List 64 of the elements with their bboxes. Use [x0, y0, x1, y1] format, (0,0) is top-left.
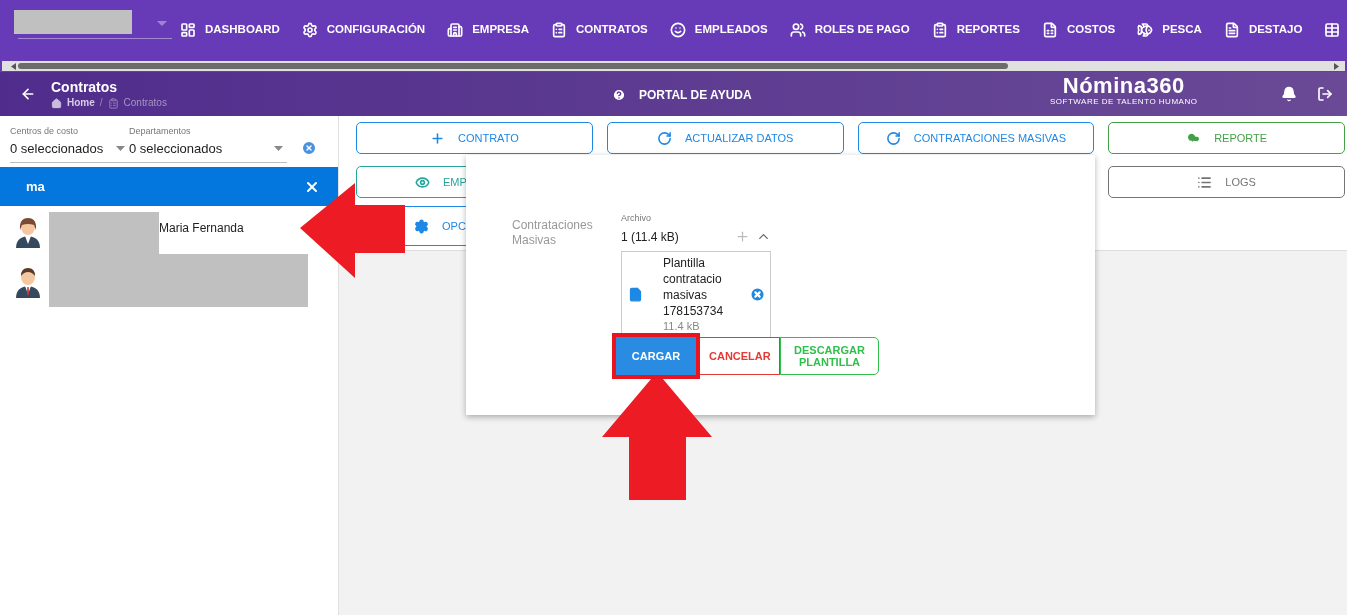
filter-select[interactable]: Departamentos 0 seleccionados [129, 125, 287, 158]
plus-icon [430, 130, 445, 146]
file-icon [628, 286, 643, 302]
search-field[interactable]: ma [0, 167, 338, 206]
breadcrumb-current: Contratos [123, 98, 167, 108]
remove-file-icon[interactable] [749, 285, 766, 303]
caret-icon [274, 145, 283, 151]
nav-item[interactable]: REPORTES [931, 21, 1020, 39]
nav-item[interactable]: PESCA [1137, 21, 1202, 39]
file-field[interactable]: Archivo 1 (11.4 kB) [621, 212, 771, 246]
avatar-icon [15, 216, 41, 248]
nav-item[interactable]: CONFIGURACIÓN [301, 21, 426, 39]
logo: Nómina360 SOFTWARE DE TALENTO HUMANO [1050, 75, 1198, 106]
nav-icon [1041, 22, 1058, 38]
nav-icon [1324, 22, 1341, 38]
breadcrumb-separator: / [99, 98, 103, 108]
caret-icon [116, 145, 125, 151]
caret-icon [157, 21, 167, 27]
horizontal-scrollbar[interactable] [0, 60, 1347, 72]
page-title: Contratos [51, 79, 119, 94]
nav-item[interactable]: EMPRESA [447, 21, 529, 39]
list-icon [1197, 174, 1213, 190]
avatar-icon [15, 266, 41, 298]
nav-item[interactable]: ROLES DE PAGO [789, 21, 910, 39]
gear-icon [414, 218, 429, 234]
eye-icon [415, 174, 430, 190]
nav-item[interactable]: CONTRATOS [551, 21, 648, 39]
filter-select[interactable]: Centros de costo 0 seleccionados [10, 125, 129, 158]
nav-icon [1137, 22, 1154, 38]
action-button[interactable]: CONTRATO [356, 122, 593, 154]
nav-icon [447, 22, 464, 38]
field-label: Contrataciones Masivas [512, 217, 594, 249]
nav-icon [931, 22, 948, 38]
breadcrumb-link[interactable]: Home [67, 98, 95, 108]
file-name: Plantilla contratacio masivas 178153734 [663, 254, 725, 319]
scroll-right-icon [1334, 62, 1339, 70]
nav-icon [669, 22, 686, 38]
file-size: 11.4 kB [663, 318, 701, 334]
notification-icon[interactable] [1281, 86, 1297, 102]
clear-filters-icon[interactable] [301, 140, 317, 156]
logout-icon[interactable] [1317, 86, 1333, 102]
nav-item[interactable]: DASHBOARD [180, 21, 280, 39]
nav-icon [180, 22, 196, 38]
help-icon [612, 88, 626, 102]
back-icon[interactable] [20, 86, 36, 102]
employee-name: Maria Fernanda [159, 220, 244, 237]
refresh-icon [656, 130, 672, 146]
help-portal-link[interactable]: PORTAL DE AYUDA [612, 86, 752, 104]
refresh-icon [885, 130, 901, 146]
action-button[interactable]: ACTUALIZAR DATOS [606, 122, 844, 154]
action-button[interactable]: LOGS [1108, 166, 1345, 198]
nav-item[interactable]: COSTOS [1041, 21, 1116, 39]
action-button[interactable]: CONTRATACIONES MASIVAS [857, 122, 1095, 154]
nav-icon [1223, 22, 1240, 38]
nav-icon [301, 22, 318, 38]
clipboard-icon [107, 97, 119, 109]
nav-item[interactable]: EMPLEADOS [669, 21, 768, 39]
nav-icon [789, 22, 806, 38]
nav-item[interactable]: DESTAJO [1223, 21, 1303, 39]
nav-icon [551, 22, 567, 38]
nav-item[interactable] [1324, 22, 1341, 38]
home-icon [51, 97, 62, 109]
scroll-left-icon [11, 62, 16, 70]
scrollbar-thumb[interactable] [18, 63, 1008, 69]
